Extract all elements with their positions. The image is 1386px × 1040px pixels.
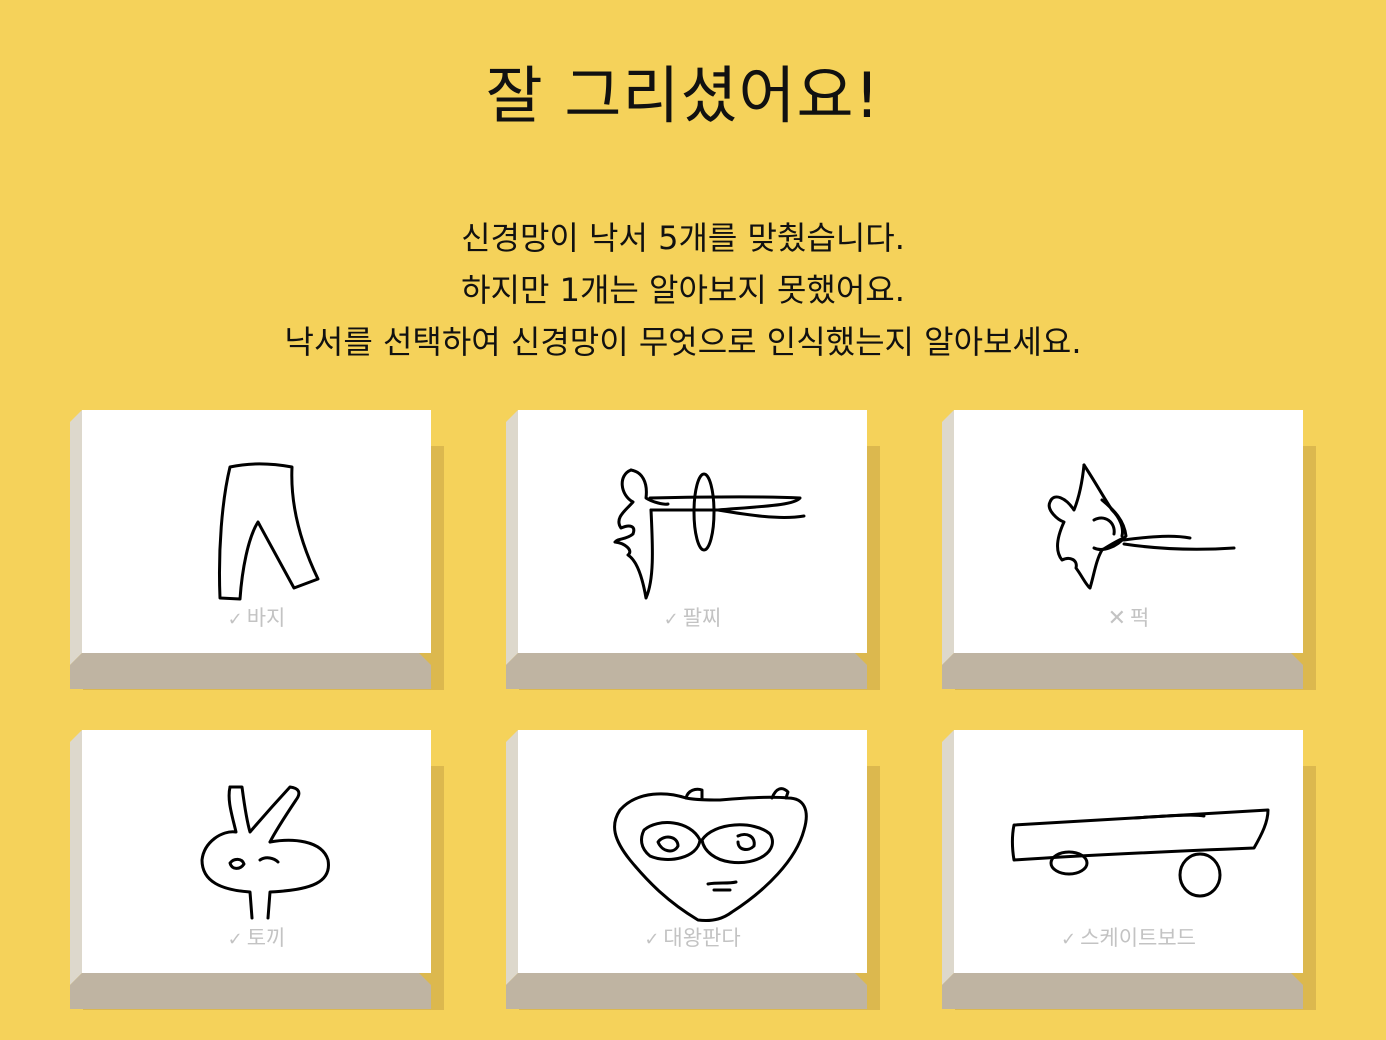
doodle-label: ✓ 대왕판다 — [518, 923, 867, 955]
doodle-card-pants[interactable]: ✓ 바지 — [70, 410, 444, 690]
doodle-card-giant-panda[interactable]: ✓ 대왕판다 — [506, 730, 880, 1010]
card-side — [942, 730, 954, 985]
doodle-label: ✓ 토끼 — [82, 923, 431, 955]
card-bottom-edge — [942, 653, 1303, 689]
doodle-label: ✓ 바지 — [82, 603, 431, 635]
check-icon: ✓ — [663, 609, 679, 630]
check-icon: ✓ — [227, 609, 243, 630]
doodle-label-text: 바지 — [246, 606, 286, 630]
card-side — [506, 410, 518, 665]
summary-line-instruction: 낙서를 선택하여 신경망이 무엇으로 인식했는지 알아보세요. — [284, 323, 1082, 361]
doodle-card-skateboard[interactable]: ✓ 스케이트보드 — [942, 730, 1316, 1010]
doodle-label-text: 토끼 — [246, 926, 286, 950]
doodle-label: ✓ 팔찌 — [518, 603, 867, 635]
doodle-label: ✓ 스케이트보드 — [954, 923, 1303, 955]
page-title: 잘 그리셨어요! — [485, 59, 881, 132]
card-side — [70, 730, 82, 985]
check-icon: ✓ — [644, 929, 660, 950]
card-bottom-edge — [70, 653, 431, 689]
card-side — [506, 730, 518, 985]
doodle-card-rabbit[interactable]: ✓ 토끼 — [70, 730, 444, 1010]
card-bottom-edge — [506, 653, 867, 689]
doodle-label-text: 팔찌 — [682, 606, 722, 630]
summary-line-correct: 신경망이 낙서 5개를 맞췄습니다. — [461, 219, 905, 257]
result-summary: 신경망이 낙서 5개를 맞췄습니다. 하지만 1개는 알아보지 못했어요. 낙서… — [0, 212, 1366, 368]
doodle-label: ✕ 퍽 — [954, 603, 1303, 634]
card-side — [942, 410, 954, 665]
doodle-label-text: 스케이트보드 — [1080, 926, 1196, 950]
card-side — [70, 410, 82, 665]
card-bottom-edge — [506, 973, 867, 1009]
x-mark-icon: ✕ — [1107, 606, 1127, 631]
card-bottom-edge — [70, 973, 431, 1009]
check-icon: ✓ — [227, 929, 243, 950]
summary-line-missed: 하지만 1개는 알아보지 못했어요. — [461, 271, 905, 309]
check-icon: ✓ — [1060, 929, 1077, 950]
doodle-label-text: 퍽 — [1130, 606, 1150, 630]
card-bottom-edge — [942, 973, 1303, 1009]
doodle-label-text: 대왕판다 — [663, 926, 741, 950]
doodle-card-bracelet[interactable]: ✓ 팔찌 — [506, 410, 880, 690]
doodle-card-puck[interactable]: ✕ 퍽 — [942, 410, 1316, 690]
